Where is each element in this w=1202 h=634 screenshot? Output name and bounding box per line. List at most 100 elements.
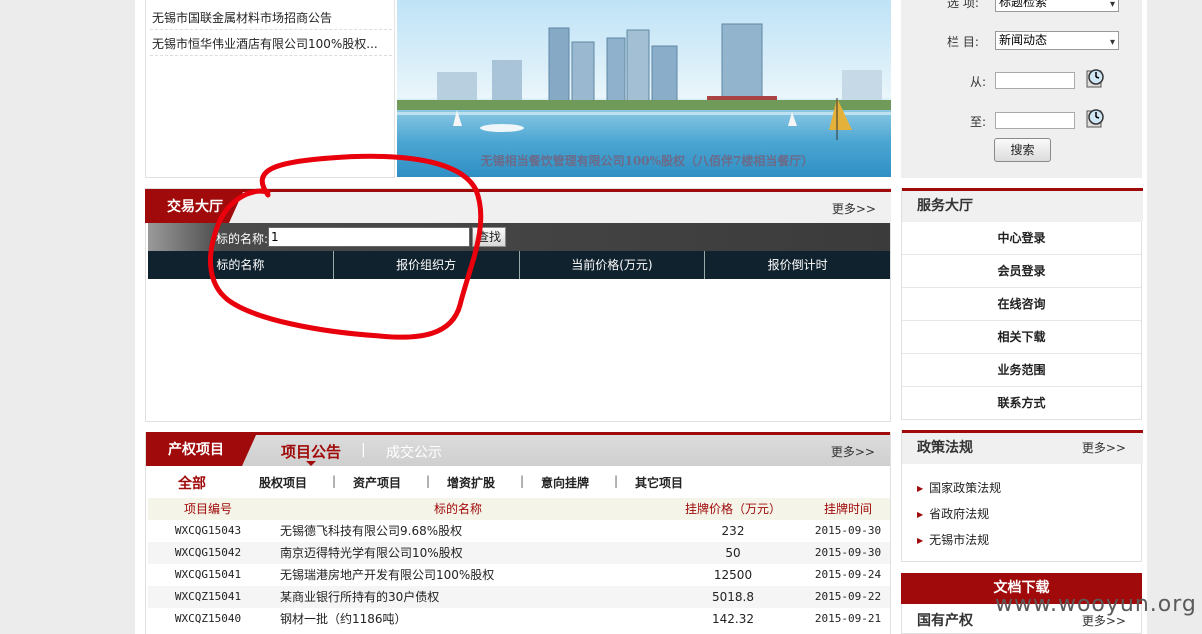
project-name-link[interactable]: 无锡瑞港房地产开发有限公司100%股权 [280, 564, 640, 586]
tab-separator: | [361, 442, 366, 458]
project-name-link[interactable]: 钢材一批（约1186吨） [280, 608, 640, 630]
option-select-value: 标题检索 [999, 0, 1048, 9]
news-list: 无锡市国联金属材料市场招商公告 无锡市恒华伟业酒店有限公司100%股权... [145, 0, 395, 178]
service-item-business-scope[interactable]: 业务范围 [902, 354, 1141, 387]
service-item-center-login[interactable]: 中心登录 [902, 222, 1141, 255]
find-button[interactable]: 查找 [472, 227, 506, 247]
item-name-input[interactable]: 1 [268, 227, 470, 247]
column-select[interactable]: 新闻动态 ▾ [995, 31, 1119, 50]
column-select-value: 新闻动态 [999, 33, 1048, 47]
news-item[interactable]: 无锡市国联金属材料市场招商公告 [150, 6, 392, 30]
column-header: 标的名称 [433, 502, 482, 516]
watermark-text: www.wooyun.org [995, 592, 1197, 617]
filter-capital-increase[interactable]: 增资扩股 [447, 474, 495, 491]
project-price: 50 [725, 546, 741, 560]
filter-all[interactable]: 全部 [178, 473, 206, 493]
filter-separator: | [426, 474, 431, 488]
service-hall-title: 服务大厅 [902, 188, 1143, 222]
column-header[interactable]: 报价组织方 [334, 251, 520, 279]
service-item-member-login[interactable]: 会员登录 [902, 255, 1141, 288]
calendar-clock-icon[interactable] [1084, 107, 1106, 129]
policy-panel: 政策法规 更多>> ▶ 国家政策法规 ▶ 省政府法规 ▶ 无锡市法规 [901, 430, 1143, 562]
project-id: WXCQG15041 [174, 568, 242, 581]
calendar-clock-icon[interactable] [1084, 67, 1106, 89]
tab-property-projects[interactable]: 产权项目 [146, 435, 256, 466]
from-label: 从: [970, 75, 987, 89]
item-name-label: 标的名称: [216, 232, 269, 246]
projects-table: 项目编号 标的名称 挂牌价格（万元） 挂牌时间 WXCQG15043 无锡德飞科… [148, 498, 890, 630]
banner-image[interactable]: 无锡相当餐饮管理有限公司100%股权（八佰伴7楼相当餐厅） [397, 0, 891, 177]
table-row[interactable]: WXCQZ15040 钢材一批（约1186吨） 142.32 2015-09-2… [148, 608, 890, 630]
tab-project-notice[interactable]: 项目公告 [281, 441, 341, 462]
project-name-link[interactable]: 南京迈得特光学有限公司10%股权 [280, 542, 640, 564]
option-select[interactable]: 标题检索 ▾ [995, 0, 1119, 12]
table-row[interactable]: WXCQG15042 南京迈得特光学有限公司10%股权 50 2015-09-3… [148, 542, 890, 564]
project-date: 2015-09-30 [814, 546, 882, 559]
table-row[interactable]: WXCQG15043 无锡德飞科技有限公司9.68%股权 232 2015-09… [148, 520, 890, 542]
table-row[interactable]: WXCQZ15041 某商业银行所持有的30户债权 5018.8 2015-09… [148, 586, 890, 608]
policy-item-label: 无锡市法规 [929, 533, 990, 547]
policy-item-label: 省政府法规 [929, 507, 990, 521]
policy-item[interactable]: ▶ 无锡市法规 [917, 531, 989, 548]
filter-assets[interactable]: 资产项目 [353, 474, 401, 491]
property-projects-header: 产权项目 项目公告 | 成交公示 更多>> [146, 432, 890, 466]
project-id: WXCQZ15040 [174, 612, 242, 625]
filter-other[interactable]: 其它项目 [635, 474, 683, 491]
project-date: 2015-09-24 [814, 568, 882, 581]
policy-more-link[interactable]: 更多>> [1082, 439, 1126, 456]
project-id: WXCQG15043 [174, 524, 242, 537]
column-label: 栏 目: [947, 35, 979, 49]
project-name-link[interactable]: 某商业银行所持有的30户债权 [280, 586, 640, 608]
trading-hall-header: 交易大厅 更多>> [145, 189, 891, 223]
trading-hall-table-header: 标的名称 报价组织方 当前价格(万元) 报价倒计时 [148, 251, 890, 279]
banner-caption[interactable]: 无锡相当餐饮管理有限公司100%股权（八佰伴7楼相当餐厅） [467, 152, 827, 169]
filter-separator: | [614, 474, 619, 488]
option-label: 选 项: [947, 0, 979, 10]
banner-skyline [397, 23, 891, 140]
filter-separator: | [332, 474, 337, 488]
column-header: 挂牌价格（万元） [684, 502, 781, 516]
column-header: 挂牌时间 [823, 502, 872, 516]
project-price: 142.32 [712, 612, 754, 626]
table-header-row: 项目编号 标的名称 挂牌价格（万元） 挂牌时间 [148, 498, 890, 520]
filter-equity[interactable]: 股权项目 [259, 474, 307, 491]
filter-separator: | [520, 474, 525, 488]
trading-hall-title[interactable]: 交易大厅 [145, 192, 243, 223]
policy-item[interactable]: ▶ 省政府法规 [917, 505, 989, 522]
service-item-online-consult[interactable]: 在线咨询 [902, 288, 1141, 321]
project-price: 232 [721, 524, 745, 538]
news-item[interactable]: 无锡市恒华伟业酒店有限公司100%股权... [150, 32, 392, 56]
triangle-bullet-icon: ▶ [917, 510, 924, 519]
project-id: WXCQG15042 [174, 546, 242, 559]
project-date: 2015-09-21 [814, 612, 882, 625]
project-name-link[interactable]: 无锡德飞科技有限公司9.68%股权 [280, 520, 640, 542]
service-item-contact[interactable]: 联系方式 [902, 387, 1141, 420]
policy-item[interactable]: ▶ 国家政策法规 [917, 479, 1001, 496]
trading-hall-search-bar: 标的名称: 1 查找 [148, 223, 890, 251]
search-panel: 选 项: 标题检索 ▾ 栏 目: 新闻动态 ▾ 从: 至: 搜索 [901, 0, 1142, 178]
to-label: 至: [970, 115, 987, 129]
project-price: 12500 [713, 568, 753, 582]
project-filters: 全部 股权项目 | 资产项目 | 增资扩股 | 意向挂牌 | 其它项目 [146, 466, 890, 496]
policy-item-label: 国家政策法规 [929, 481, 1002, 495]
project-price: 5018.8 [712, 590, 754, 604]
projects-more-link[interactable]: 更多>> [831, 443, 875, 460]
property-projects-panel: 产权项目 项目公告 | 成交公示 更多>> 全部 股权项目 | 资产项目 | 增… [145, 432, 891, 634]
service-hall-panel: 服务大厅 中心登录 会员登录 在线咨询 相关下载 业务范围 联系方式 [901, 188, 1143, 420]
table-row[interactable]: WXCQG15041 无锡瑞港房地产开发有限公司100%股权 12500 201… [148, 564, 890, 586]
trading-hall-more-link[interactable]: 更多>> [832, 200, 876, 217]
column-header[interactable]: 报价倒计时 [705, 251, 890, 279]
column-header[interactable]: 标的名称 [148, 251, 334, 279]
filter-intent-listing[interactable]: 意向挂牌 [541, 474, 589, 491]
to-date-input[interactable] [995, 112, 1075, 129]
triangle-bullet-icon: ▶ [917, 484, 924, 493]
state-property-title: 国有产权 [917, 613, 973, 629]
from-date-input[interactable] [995, 72, 1075, 89]
column-header: 项目编号 [183, 502, 232, 516]
column-header[interactable]: 当前价格(万元) [520, 251, 706, 279]
tab-deal-publicity[interactable]: 成交公示 [386, 442, 442, 462]
search-button[interactable]: 搜索 [994, 138, 1051, 162]
service-item-downloads[interactable]: 相关下载 [902, 321, 1141, 354]
triangle-bullet-icon: ▶ [917, 536, 924, 545]
dropdown-arrow-icon: ▾ [1109, 0, 1115, 10]
